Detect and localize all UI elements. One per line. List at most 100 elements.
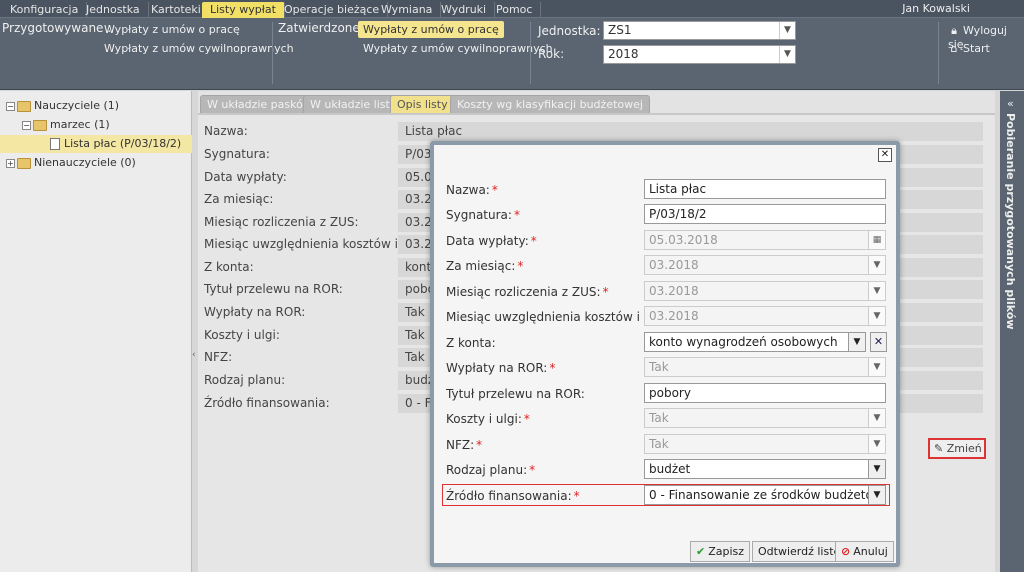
start-button[interactable]: ⌂ Start	[948, 42, 990, 55]
koszty-ulgi-select[interactable]: Tak ▼	[644, 408, 886, 428]
field-label: Nazwa:	[446, 183, 490, 197]
chevron-down-icon[interactable]: ▼	[868, 435, 885, 453]
confirm-list-button[interactable]: Odtwierdź listę	[752, 541, 847, 562]
menu-pomoc[interactable]: Pomoc	[488, 2, 542, 18]
field-nazwa: Nazwa: * Lista płac	[440, 179, 892, 201]
expand-left-icon[interactable]: «	[1007, 97, 1014, 110]
field-wyplaty-ror: Wypłaty na ROR: * Tak ▼	[440, 357, 892, 379]
approved-link-civil-contracts[interactable]: Wypłaty z umów cywilnoprawnych	[363, 40, 553, 57]
tytul-przelewu-input[interactable]: pobory	[644, 383, 886, 403]
sygnatura-input[interactable]: P/03/18/2	[644, 204, 886, 224]
required-marker: *	[602, 285, 609, 299]
chevron-down-icon[interactable]: ▼	[779, 46, 795, 63]
cancel-button[interactable]: ⊘ Anuluj	[835, 541, 894, 562]
tree-item-nauczyciele[interactable]: − Nauczyciele (1)	[6, 97, 119, 115]
chevron-down-icon[interactable]: ▼	[868, 486, 885, 504]
collapse-icon[interactable]: −	[22, 120, 31, 130]
tab-paski[interactable]: W układzie pasków	[200, 95, 319, 113]
tree-item-nienauczyciele[interactable]: + Nienauczyciele (0)	[6, 154, 136, 172]
field-label: Miesiąc rozliczenia z ZUS:	[446, 285, 601, 299]
chevron-down-icon[interactable]: ▼	[868, 256, 885, 274]
folder-open-icon	[17, 100, 31, 112]
list-tree: − Nauczyciele (1) − marzec (1) Lista płac …	[0, 91, 192, 572]
required-marker: *	[476, 438, 483, 452]
unit-value: ZS1	[608, 23, 632, 37]
chevron-down-icon[interactable]: ▼	[868, 307, 885, 325]
chevron-down-icon[interactable]: ▼	[779, 22, 795, 39]
menu-jednostka[interactable]: Jednostka	[78, 2, 149, 18]
chevron-down-icon[interactable]: ▼	[868, 409, 885, 427]
cancel-button-label: Anuluj	[853, 545, 888, 558]
collapse-icon[interactable]: −	[6, 101, 15, 111]
close-icon: ✕	[880, 149, 890, 160]
required-marker: *	[530, 234, 537, 248]
files-side-panel[interactable]: « Pobieranie przygotowanych plików	[1000, 91, 1024, 572]
field-rodzaj-planu: Rodzaj planu: * budżet ▼	[440, 459, 892, 481]
folder-icon	[17, 157, 31, 169]
field-label: Miesiąc uwzględnienia kosztów i ulg:	[446, 310, 667, 324]
field-nfz: NFZ: * Tak ▼	[440, 434, 892, 456]
cancel-icon: ⊘	[841, 545, 851, 558]
zrodlo-finansowania-select[interactable]: 0 - Finansowanie ze środków budżetowych ▼	[644, 485, 886, 505]
nfz-select[interactable]: Tak ▼	[644, 434, 886, 454]
tab-lista[interactable]: W układzie listy	[303, 95, 404, 113]
save-button[interactable]: ✔ Zapisz	[690, 541, 751, 562]
menu-wymiana[interactable]: Wymiana	[373, 2, 442, 18]
required-marker: *	[513, 208, 520, 222]
field-label: Sygnatura:	[446, 208, 512, 222]
field-za-miesiac: Za miesiąc: * 03.2018 ▼	[440, 255, 892, 277]
field-label: NFZ:	[446, 438, 475, 452]
field-koszty-ulgi: Koszty i ulgi: * Tak ▼	[440, 408, 892, 430]
wyplaty-ror-select[interactable]: Tak ▼	[644, 357, 886, 377]
year-select[interactable]: 2018 ▼	[603, 45, 796, 64]
change-button[interactable]: ✎ Zmień	[928, 438, 986, 459]
toolbar-separator	[938, 22, 939, 84]
chevron-down-icon[interactable]: ▼	[868, 358, 885, 376]
prepared-link-work-contracts[interactable]: Wypłaty z umów o pracę	[104, 21, 240, 38]
menu-kartoteki[interactable]: Kartoteki	[143, 2, 210, 18]
data-wyplaty-input[interactable]: 05.03.2018 ▦	[644, 230, 886, 250]
year-label: Rok:	[538, 47, 565, 61]
menu-konfiguracja[interactable]: Konfiguracja	[2, 2, 88, 18]
clear-icon[interactable]: ✕	[870, 332, 887, 352]
pencil-icon: ✎	[934, 442, 944, 455]
folder-open-icon	[33, 119, 47, 131]
chevron-down-icon[interactable]: ▼	[848, 333, 865, 351]
field-label: Z konta:	[446, 336, 496, 350]
required-marker: *	[523, 412, 530, 426]
menu-listy-wyplat[interactable]: Listy wypłat	[202, 2, 285, 18]
close-button[interactable]: ✕	[878, 148, 892, 162]
menu-operacje-biezace[interactable]: Operacje bieżące	[276, 2, 389, 18]
menu-wydruki[interactable]: Wydruki	[433, 2, 496, 18]
calendar-icon[interactable]: ▦	[868, 231, 885, 249]
field-z-konta: Z konta: konto wynagrodzeń osobowych ▼ ✕	[440, 332, 892, 354]
required-marker: *	[529, 463, 536, 477]
unit-select[interactable]: ZS1 ▼	[603, 21, 796, 40]
z-konta-select[interactable]: konto wynagrodzeń osobowych ▼	[644, 332, 866, 352]
prepared-label: Przygotowywane :	[2, 21, 112, 35]
costs-month-select[interactable]: 03.2018 ▼	[644, 306, 886, 326]
field-label: Wypłaty na ROR:	[446, 361, 548, 375]
approved-link-work-contracts[interactable]: Wypłaty z umów o pracę	[358, 21, 504, 38]
tree-item-marzec[interactable]: − marzec (1)	[22, 116, 110, 134]
nazwa-input[interactable]: Lista płac	[644, 179, 886, 199]
tab-koszty[interactable]: Koszty wg klasyfikacji budżetowej	[450, 95, 650, 113]
document-icon	[50, 138, 60, 150]
field-koszty-ulg: Miesiąc uwzględnienia kosztów i ulg:* 03…	[440, 306, 892, 328]
field-label: Koszty i ulgi:	[446, 412, 522, 426]
chevron-down-icon[interactable]: ▼	[868, 282, 885, 300]
rodzaj-planu-select[interactable]: budżet ▼	[644, 459, 886, 479]
zus-month-select[interactable]: 03.2018 ▼	[644, 281, 886, 301]
chevron-down-icon[interactable]: ▼	[868, 460, 885, 478]
field-label: Za miesiąc:	[446, 259, 516, 273]
tab-opis-listy[interactable]: Opis listy	[390, 95, 455, 113]
field-zrodlo-finansowania: Źródło finansowania: * 0 - Finansowanie z…	[440, 485, 892, 507]
field-zus: Miesiąc rozliczenia z ZUS: * 03.2018 ▼	[440, 281, 892, 303]
tree-item-lista-plac[interactable]: Lista płac (P/03/18/2)	[0, 135, 192, 153]
prepared-link-civil-contracts[interactable]: Wypłaty z umów cywilnoprawnych	[104, 40, 294, 57]
expand-icon[interactable]: +	[6, 158, 15, 168]
tree-item-label: marzec (1)	[50, 118, 110, 131]
za-miesiac-select[interactable]: 03.2018 ▼	[644, 255, 886, 275]
year-value: 2018	[608, 47, 639, 61]
tree-item-label: Nauczyciele (1)	[34, 99, 120, 112]
